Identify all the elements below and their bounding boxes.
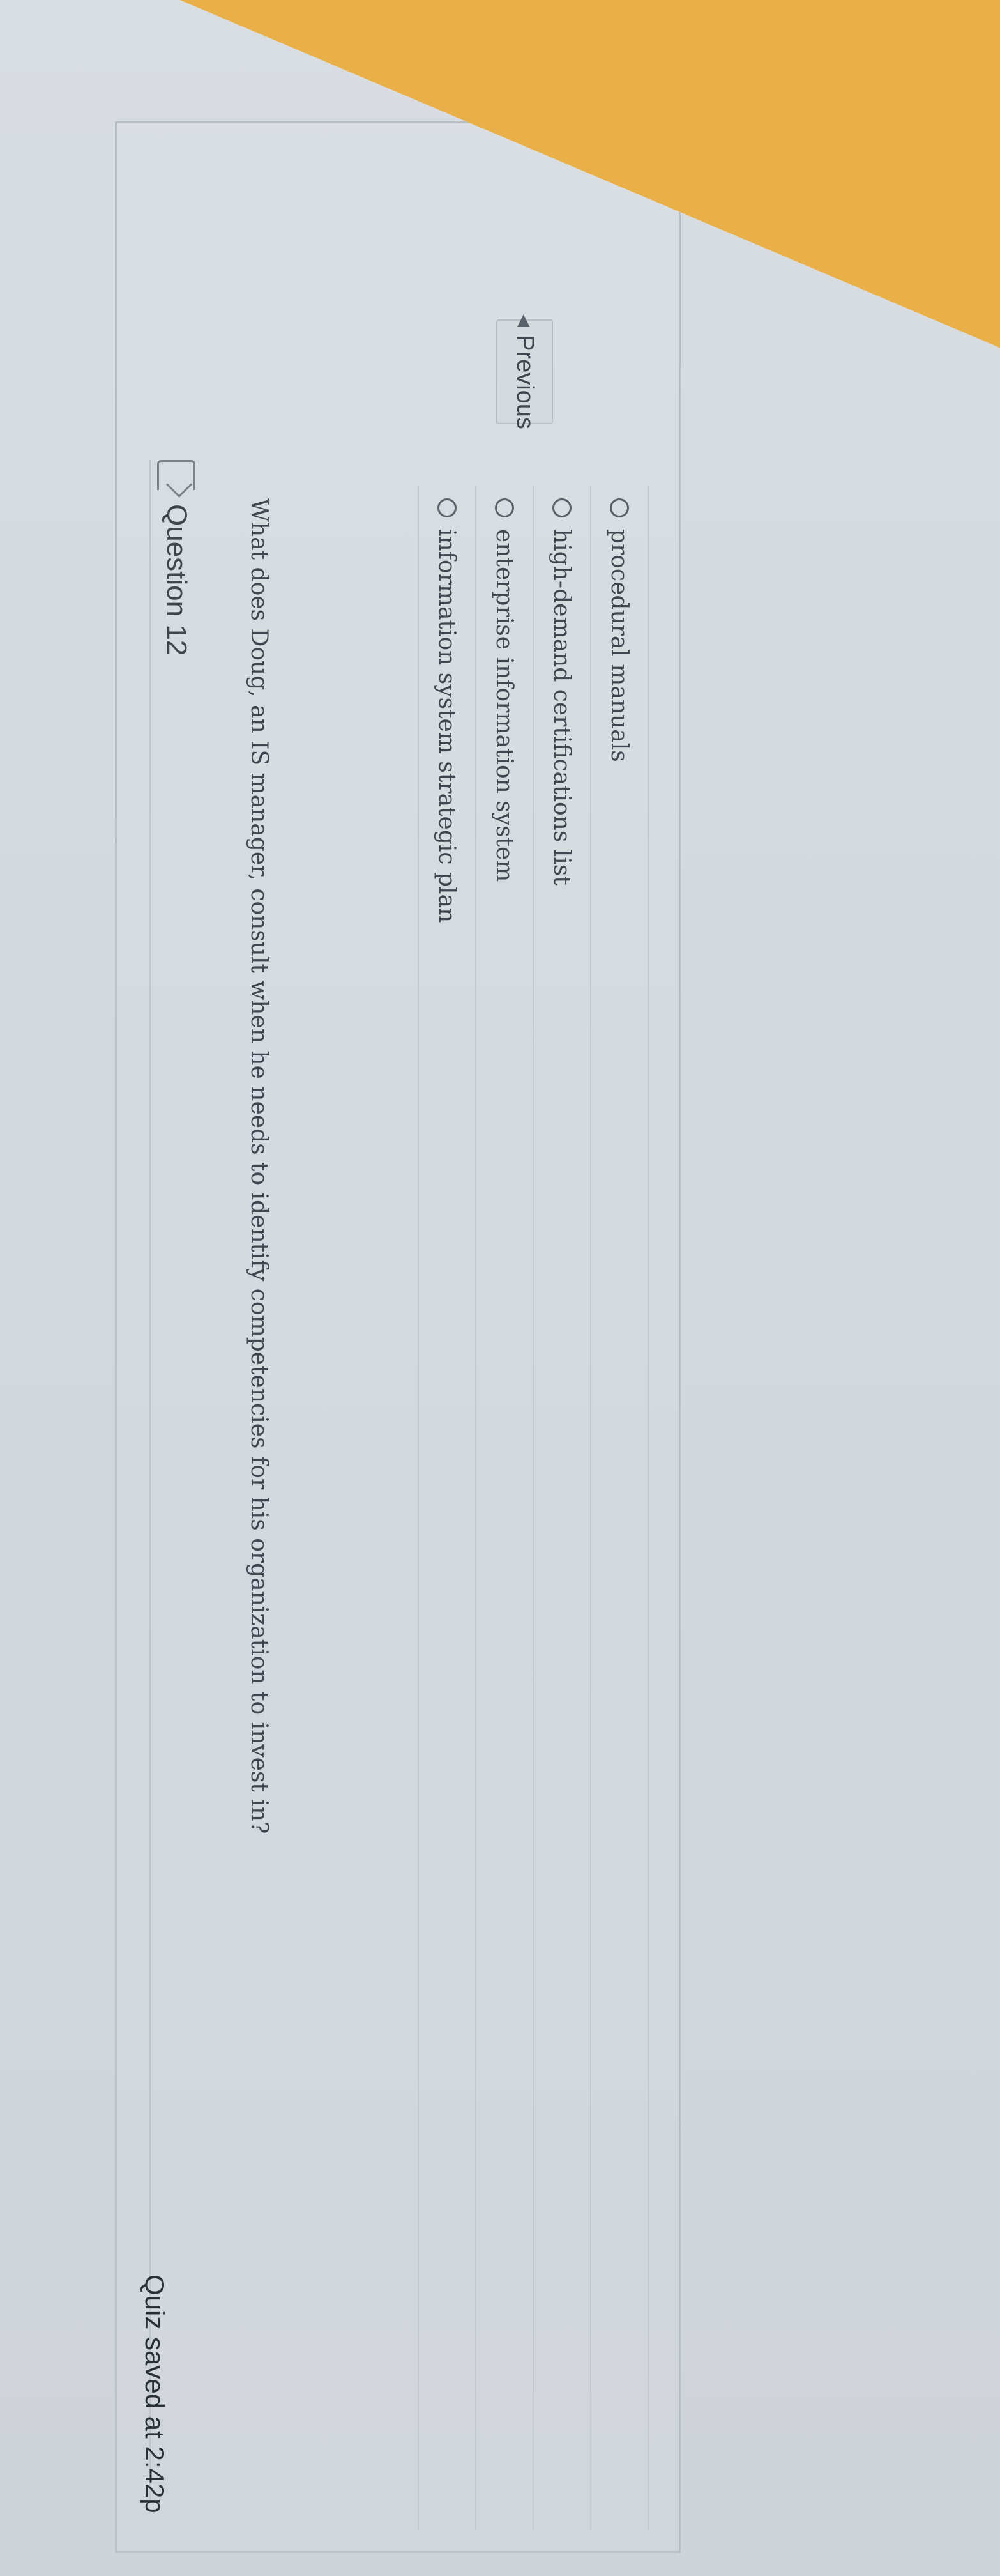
answer-label: high-demand certifications list bbox=[549, 529, 575, 885]
quiz-page: Question 12 What does Doug, an IS manage… bbox=[0, 0, 1000, 2576]
previous-button[interactable]: ◀ Previous bbox=[496, 314, 553, 429]
answer-option-2[interactable]: high-demand certifications list bbox=[533, 486, 590, 2530]
answer-option-3[interactable]: enterprise information system bbox=[475, 486, 533, 2530]
flag-icon[interactable] bbox=[157, 460, 195, 490]
radio-button-icon[interactable] bbox=[495, 498, 514, 518]
radio-button-icon[interactable] bbox=[610, 498, 629, 518]
answer-label: information system strategic plan bbox=[434, 529, 460, 923]
previous-label: Previous bbox=[511, 335, 538, 429]
radio-button-icon[interactable] bbox=[437, 498, 457, 518]
question-text: What does Doug, an IS manager, consult w… bbox=[246, 498, 272, 1834]
screen: Question 12 What does Doug, an IS manage… bbox=[0, 0, 1000, 2576]
radio-button-icon[interactable] bbox=[552, 498, 572, 518]
answer-label: procedural manuals bbox=[606, 529, 633, 762]
answer-option-4[interactable]: information system strategic plan bbox=[418, 486, 475, 2530]
answer-list: procedural manuals high-demand certifica… bbox=[290, 486, 649, 2530]
question-title: Question 12 bbox=[161, 504, 192, 656]
answer-label: enterprise information system bbox=[491, 529, 518, 882]
question-header: Question 12 bbox=[149, 460, 202, 2504]
triangle-left-icon: ◀ bbox=[515, 314, 534, 328]
answer-option-1[interactable]: procedural manuals bbox=[590, 486, 648, 2530]
quiz-saved-status: Quiz saved at 2:42p bbox=[140, 2274, 170, 2513]
